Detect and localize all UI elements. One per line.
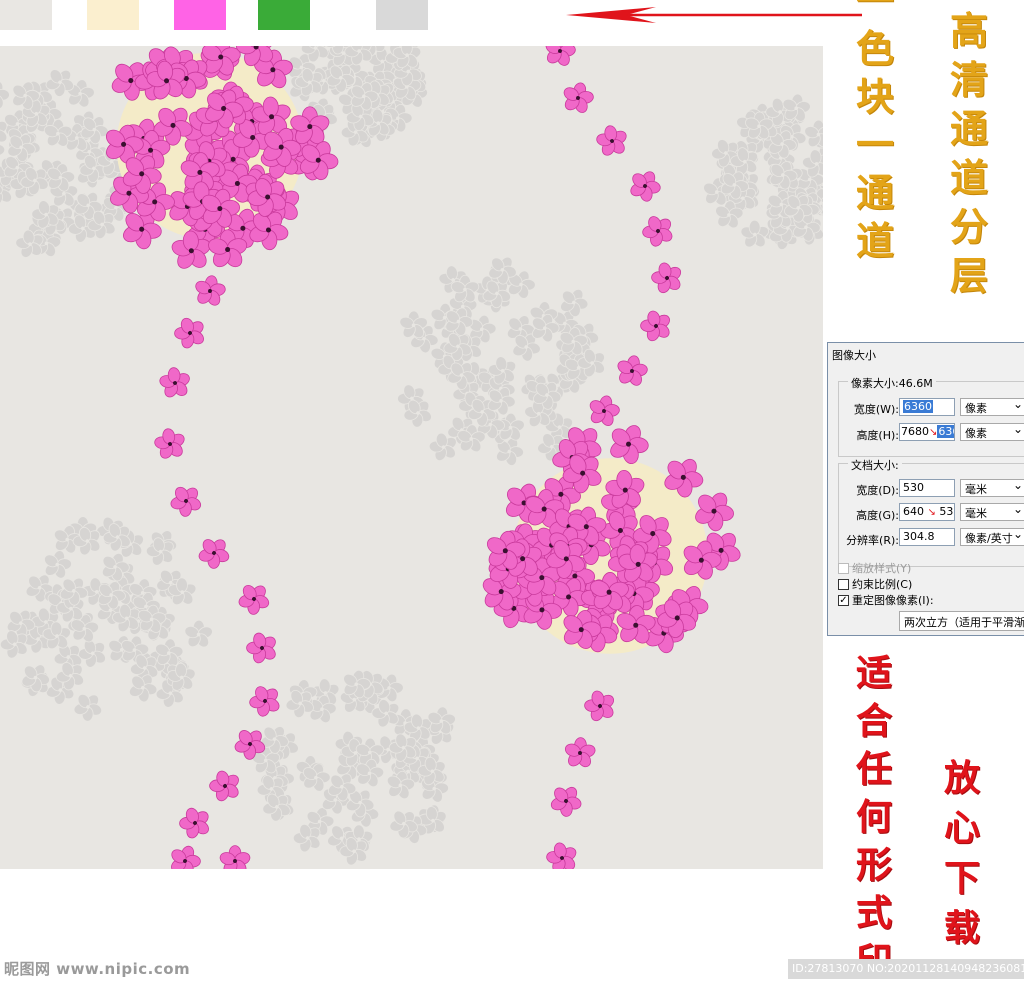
doc-height-input[interactable]: 640 ↘ 530 bbox=[899, 503, 955, 521]
pattern-preview bbox=[0, 46, 823, 869]
right-text-char: 清 bbox=[950, 57, 989, 102]
left-text-char: 一 bbox=[856, 0, 895, 23]
right-text-char: 道 bbox=[950, 155, 989, 200]
red-text-2-char: 载 bbox=[944, 907, 981, 949]
right-text-char: 层 bbox=[950, 253, 989, 298]
dialog-title: 图像大小 bbox=[832, 349, 876, 362]
width-input[interactable]: 6360 bbox=[899, 398, 955, 416]
text-download-safely: 放心下载 bbox=[944, 760, 980, 946]
arrow-left-icon bbox=[566, 7, 862, 23]
height-unit-select[interactable]: 像素 bbox=[960, 423, 1024, 441]
left-text-char: 道 bbox=[856, 218, 895, 263]
doc-size-label: 文档大小: bbox=[848, 457, 902, 473]
left-text-char: 通 bbox=[856, 170, 895, 215]
doc-width-input[interactable]: 530 bbox=[899, 479, 955, 497]
swatch-cream bbox=[87, 0, 139, 30]
height-label: 高度(H): bbox=[856, 429, 899, 442]
red-text-1-char: 式 bbox=[856, 892, 893, 934]
width-unit-select[interactable]: 像素 bbox=[960, 398, 1024, 416]
resample-checkbox[interactable]: ✓ bbox=[838, 594, 849, 606]
left-text-char: 块 bbox=[856, 74, 895, 119]
resample-method-select[interactable]: 两次立方（适用于平滑渐变 bbox=[899, 611, 1024, 631]
height-old-value: 7680 bbox=[901, 425, 929, 438]
height-new-value: 6360 bbox=[937, 425, 954, 438]
resolution-input[interactable]: 304.8 bbox=[899, 528, 955, 546]
width-value: 6360 bbox=[903, 400, 933, 413]
height-input[interactable]: 7680↘6360 bbox=[899, 423, 955, 441]
right-text-char: 高 bbox=[950, 8, 989, 53]
site-logo: 昵图网 www.nipic.com bbox=[4, 960, 191, 978]
red-text-1-char: 适 bbox=[856, 652, 893, 694]
red-text-2-char: 放 bbox=[944, 757, 981, 799]
red-text-1-char: 形 bbox=[856, 844, 893, 886]
scale-styles-row[interactable]: 缩放样式(Y) bbox=[838, 560, 911, 576]
flower-pattern-image bbox=[0, 46, 823, 869]
width-label: 宽度(W): bbox=[853, 403, 899, 416]
doc-height-new-value: 530 bbox=[939, 505, 954, 518]
scale-styles-label: 缩放样式(Y) bbox=[852, 562, 912, 575]
red-text-1-char: 任 bbox=[856, 748, 893, 790]
constrain-checkbox[interactable] bbox=[838, 578, 849, 590]
text-hd-channel-layers: 高清通道分层 bbox=[950, 12, 988, 295]
scale-styles-checkbox[interactable] bbox=[838, 562, 849, 574]
resolution-label: 分辨率(R): bbox=[846, 534, 899, 547]
red-text-2-char: 心 bbox=[944, 807, 981, 849]
doc-width-label: 宽度(D): bbox=[856, 484, 899, 497]
doc-height-unit-select[interactable]: 毫米 bbox=[960, 503, 1024, 521]
swatch-green bbox=[258, 0, 310, 30]
swatch-pink bbox=[174, 0, 226, 30]
doc-height-label: 高度(G): bbox=[856, 509, 899, 522]
pixel-size-label: 像素大小:46.6M bbox=[848, 375, 936, 391]
constrain-row[interactable]: 约束比例(C) bbox=[838, 576, 912, 592]
doc-height-old-value: 640 bbox=[903, 505, 924, 518]
right-text-char: 分 bbox=[950, 204, 989, 249]
red-text-2-char: 下 bbox=[944, 857, 981, 899]
red-text-1-char: 合 bbox=[856, 700, 893, 742]
resample-row[interactable]: ✓ 重定图像像素(I): bbox=[838, 592, 934, 608]
image-id-bar: ID:27813070 NO:20201128140948236081 bbox=[788, 959, 1024, 979]
image-size-dialog: 图像大小 像素大小:46.6M 宽度(W): 6360 像素 高度(H): 76… bbox=[827, 342, 1024, 636]
edit-mark-icon: ↘ bbox=[927, 507, 936, 518]
left-text-char: 色 bbox=[856, 26, 895, 71]
right-text-char: 通 bbox=[950, 106, 989, 151]
swatch-gray bbox=[376, 0, 428, 30]
red-text-1-char: 何 bbox=[856, 796, 893, 838]
left-text-char: 一 bbox=[856, 122, 895, 167]
text-suitable-for-printing: 适合任何形式印 bbox=[856, 655, 892, 979]
text-one-color-one-channel: 一色块一通道 bbox=[856, 0, 894, 260]
pixel-dimensions-group bbox=[838, 381, 1024, 457]
doc-width-unit-select[interactable]: 毫米 bbox=[960, 479, 1024, 497]
resample-label: 重定图像像素(I): bbox=[852, 594, 934, 607]
constrain-label: 约束比例(C) bbox=[852, 578, 913, 591]
swatch-light-gray bbox=[0, 0, 52, 30]
resolution-unit-select[interactable]: 像素/英寸 bbox=[960, 528, 1024, 546]
